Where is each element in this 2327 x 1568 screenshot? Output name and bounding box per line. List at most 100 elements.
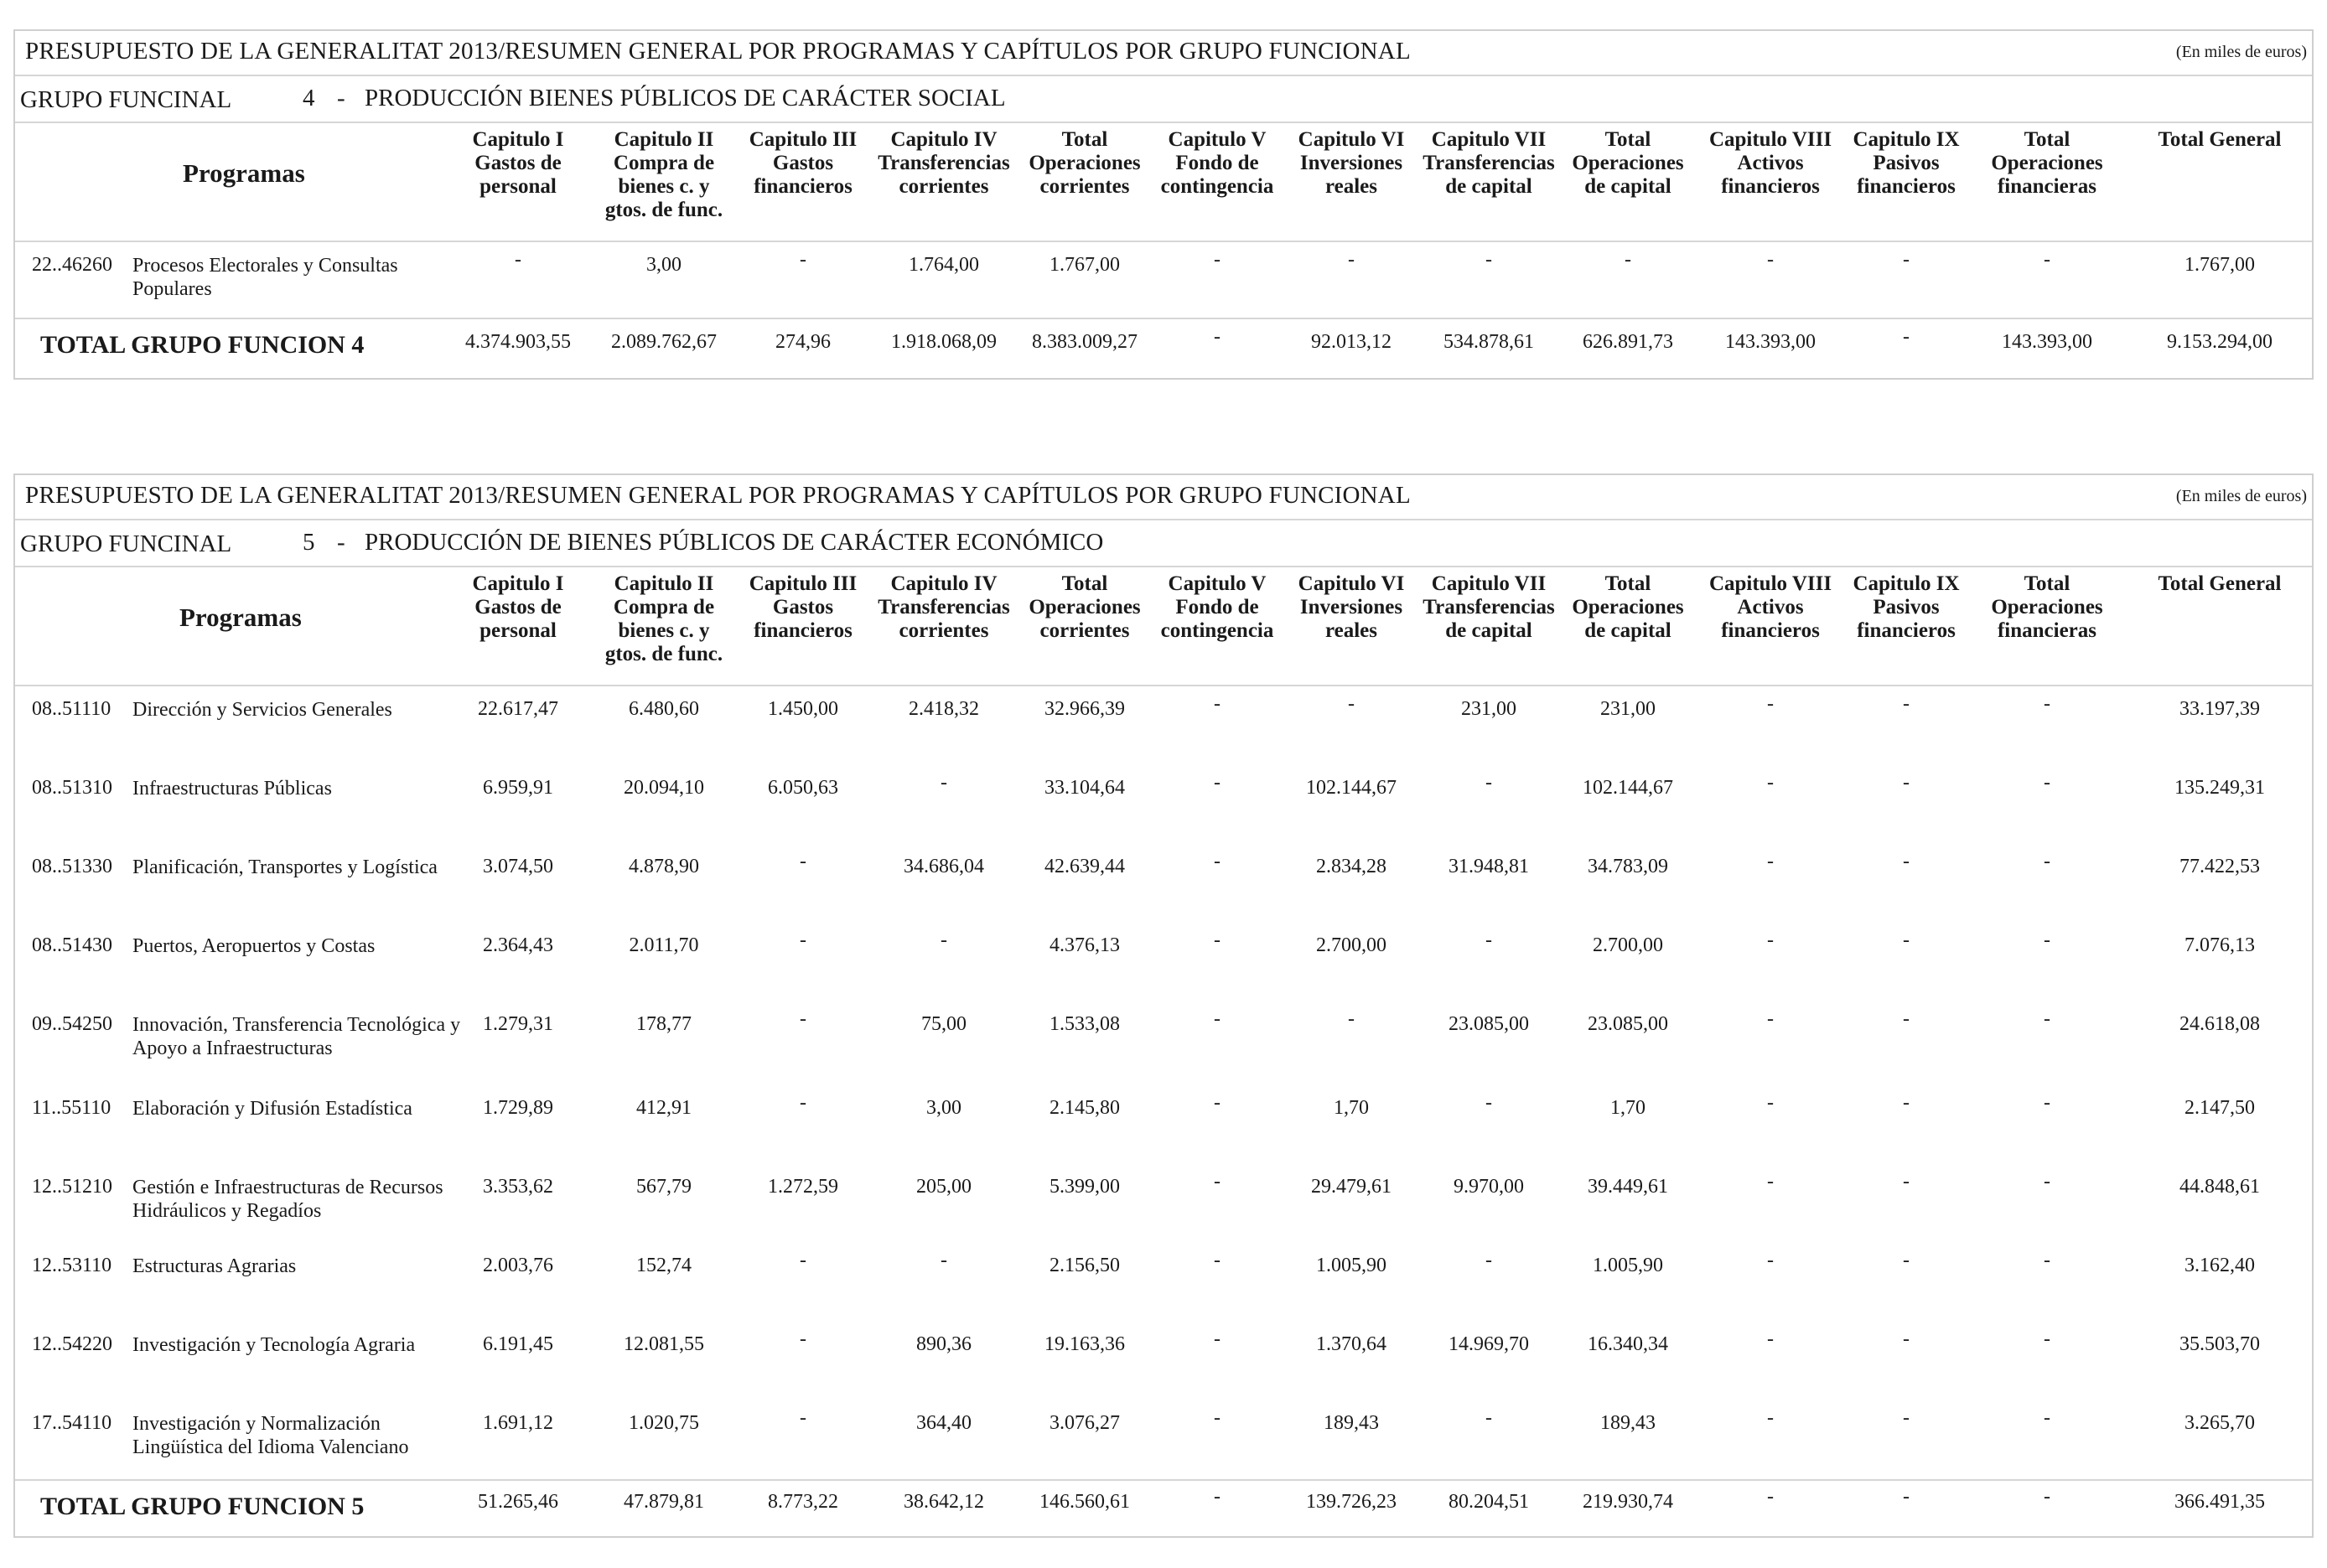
cell-cap7: - bbox=[1485, 929, 1492, 951]
column-header-line: bienes c. y bbox=[618, 175, 710, 198]
cell-cap4: 205,00 bbox=[916, 1176, 972, 1198]
column-header-line: Fondo de bbox=[1175, 596, 1259, 618]
program-name: Investigación y Normalización Lingüístic… bbox=[132, 1413, 409, 1458]
cell-total-general: 24.618,08 bbox=[2179, 1013, 2260, 1035]
column-header-total-financieras: Total Operaciones financieras bbox=[1976, 572, 2118, 643]
cell-cap6: 102.144,67 bbox=[1306, 777, 1397, 799]
column-header-line: gtos. de func. bbox=[604, 199, 723, 221]
cell-cap2: 3,00 bbox=[646, 254, 682, 276]
column-header-cap1: Capitulo I Gastos de personal bbox=[447, 572, 589, 643]
column-header-line: Activos bbox=[1737, 596, 1804, 618]
cell-cap6: 2.700,00 bbox=[1316, 934, 1386, 956]
column-header-line: reales bbox=[1324, 619, 1377, 642]
column-header-line: Gastos bbox=[772, 152, 834, 174]
column-header-line: reales bbox=[1324, 175, 1377, 198]
total-label: TOTAL GRUPO FUNCION 4 bbox=[40, 331, 365, 359]
group-number: 4 bbox=[303, 85, 315, 111]
cell-cap6: 189,43 bbox=[1324, 1412, 1379, 1434]
column-header-line: Total General bbox=[2158, 128, 2282, 151]
cell-cap6: - bbox=[1348, 249, 1355, 271]
table-row: 12..53110 Estructuras Agrarias 2.003,76 152… bbox=[15, 1243, 2312, 1322]
column-header-line: Operaciones bbox=[1029, 596, 1141, 618]
cell-cap6: - bbox=[1348, 693, 1355, 715]
cell-cap4: 364,40 bbox=[916, 1412, 972, 1434]
cell-total-capital: 1.005,90 bbox=[1593, 1255, 1663, 1276]
total-total-general: 366.491,35 bbox=[2174, 1491, 2265, 1513]
program-code: 09..54250 bbox=[32, 1013, 112, 1035]
cell-total-general: 44.848,61 bbox=[2179, 1176, 2260, 1198]
cell-cap3: 6.050,63 bbox=[768, 777, 838, 799]
table-row: 08..51310 Infraestructuras Públicas 6.959,… bbox=[15, 765, 2312, 844]
cell-cap7: - bbox=[1485, 1092, 1492, 1114]
cell-total-capital: 16.340,34 bbox=[1588, 1333, 1668, 1355]
total-cap6: 92.013,12 bbox=[1311, 331, 1392, 353]
cell-cap4: 2.418,32 bbox=[909, 698, 979, 720]
cell-total-general: 3.265,70 bbox=[2184, 1412, 2255, 1434]
total-total-financieras: - bbox=[2044, 1486, 2050, 1508]
cell-cap9: - bbox=[1903, 1407, 1910, 1429]
cell-cap1: 1.691,12 bbox=[483, 1412, 553, 1434]
total-total-capital: 626.891,73 bbox=[1583, 331, 1673, 353]
cell-cap1: 1.279,31 bbox=[483, 1013, 553, 1035]
cell-total-financieras: - bbox=[2044, 851, 2050, 872]
table-row: 08..51330 Planificación, Transportes y Lo… bbox=[15, 844, 2312, 923]
column-header-line: Gastos de bbox=[474, 596, 562, 618]
column-header-line: Total bbox=[1061, 572, 1108, 595]
column-header-line: Pasivos bbox=[1873, 596, 1940, 618]
cell-cap3: - bbox=[800, 851, 806, 872]
column-header-line: Fondo de bbox=[1175, 152, 1259, 174]
column-header-line: contingencia bbox=[1160, 175, 1274, 198]
program-code: 08..51110 bbox=[32, 698, 111, 720]
cell-cap9: - bbox=[1903, 1328, 1910, 1350]
column-header-line: financieros bbox=[754, 175, 853, 198]
cell-cap9: - bbox=[1903, 1092, 1910, 1114]
group-label: GRUPO FUNCINAL bbox=[20, 530, 232, 557]
cell-total-capital: 39.449,61 bbox=[1588, 1176, 1668, 1198]
program-name: Planificación, Transportes y Logística bbox=[132, 856, 438, 878]
cell-total-capital: 189,43 bbox=[1600, 1412, 1656, 1434]
table-row: 09..54250 Innovación, Transferencia Tecno… bbox=[15, 1001, 2312, 1085]
cell-cap1: 2.003,76 bbox=[483, 1255, 553, 1276]
column-header-line: Capitulo VIII bbox=[1708, 572, 1832, 595]
programs-header: Programas bbox=[183, 158, 305, 188]
column-header-total-corrientes: Total Operaciones corrientes bbox=[1013, 572, 1156, 643]
column-header-cap4: Capitulo IV Transferencias corrientes bbox=[873, 572, 1015, 643]
column-header-line: Capitulo VIII bbox=[1708, 128, 1832, 151]
section-title: PRESUPUESTO DE LA GENERALITAT 2013/RESUM… bbox=[25, 38, 1411, 65]
column-header-line: Capitulo IX bbox=[1853, 572, 1960, 595]
cell-cap2: 178,77 bbox=[636, 1013, 692, 1035]
cell-cap4: - bbox=[941, 929, 947, 951]
column-header-cap3: Capitulo III Gastos financieros bbox=[732, 572, 874, 643]
functional-group-row: GRUPO FUNCINAL 4 - PRODUCCIÓN BIENES PÚB… bbox=[15, 76, 2312, 123]
column-header-line: Capitulo V bbox=[1168, 572, 1267, 595]
cell-total-financieras: - bbox=[2044, 772, 2050, 794]
total-cap4: 38.642,12 bbox=[904, 1491, 984, 1513]
cell-cap7: 231,00 bbox=[1461, 698, 1516, 720]
column-header-line: bienes c. y bbox=[618, 619, 710, 642]
column-header-line: financieras bbox=[1997, 619, 2097, 642]
table-row: 22..46260 Procesos Electorales y Consulta… bbox=[15, 242, 2312, 318]
cell-cap4: 34.686,04 bbox=[904, 856, 984, 877]
total-cap9: - bbox=[1903, 1486, 1910, 1508]
table-row: 08..51430 Puertos, Aeropuertos y Costas 2.… bbox=[15, 923, 2312, 1001]
cell-cap4: 890,36 bbox=[916, 1333, 972, 1355]
column-header-line: Total bbox=[1061, 128, 1108, 151]
cell-cap2: 1.020,75 bbox=[629, 1412, 699, 1434]
section-title: PRESUPUESTO DE LA GENERALITAT 2013/RESUM… bbox=[25, 482, 1411, 509]
group-number: 5 bbox=[303, 529, 315, 556]
column-header-line: financieros bbox=[1721, 175, 1820, 198]
column-header-total-financieras: Total Operaciones financieras bbox=[1976, 128, 2118, 199]
column-header-row: Programas Capitulo I Gastos de personal Cap… bbox=[15, 123, 2312, 242]
column-header-line: Capitulo VII bbox=[1431, 572, 1547, 595]
column-header-line: financieros bbox=[1857, 175, 1956, 198]
group-name: PRODUCCIÓN DE BIENES PÚBLICOS DE CARÁCTE… bbox=[365, 529, 1104, 556]
column-header-line: Total bbox=[2024, 128, 2070, 151]
column-header-cap8: Capitulo VIII Activos financieros bbox=[1699, 572, 1842, 643]
table-row: 12..51210 Gestión e Infraestructuras de R… bbox=[15, 1164, 2312, 1243]
cell-cap7: 31.948,81 bbox=[1449, 856, 1529, 877]
program-code: 22..46260 bbox=[32, 254, 112, 276]
cell-cap9: - bbox=[1903, 1171, 1910, 1193]
column-header-line: contingencia bbox=[1160, 619, 1274, 642]
cell-cap9: - bbox=[1903, 772, 1910, 794]
cell-total-general: 77.422,53 bbox=[2179, 856, 2260, 877]
